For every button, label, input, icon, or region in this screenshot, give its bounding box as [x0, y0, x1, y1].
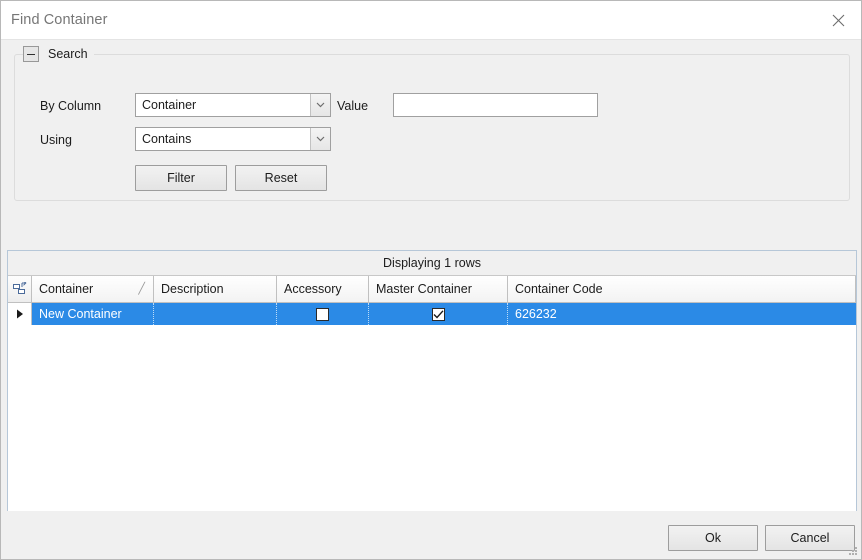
- filter-button[interactable]: Filter: [135, 165, 227, 191]
- cell-container[interactable]: New Container: [32, 303, 154, 325]
- column-header-master-container[interactable]: Master Container: [369, 276, 508, 302]
- close-button[interactable]: [815, 2, 861, 39]
- by-column-dropdown-button[interactable]: [310, 94, 330, 116]
- column-header-master-container-label: Master Container: [376, 282, 472, 296]
- cell-master-container[interactable]: [369, 303, 508, 325]
- column-header-container-label: Container: [39, 282, 94, 296]
- column-header-accessory[interactable]: Accessory: [277, 276, 369, 302]
- dialog-footer: Ok Cancel: [1, 511, 861, 559]
- row-indicator-cell: [8, 303, 32, 325]
- using-select[interactable]: Contains: [135, 127, 331, 151]
- reset-button[interactable]: Reset: [235, 165, 327, 191]
- results-grid: Displaying 1 rows Container ╱ Descriptio…: [7, 250, 857, 549]
- column-header-description[interactable]: Description: [154, 276, 277, 302]
- resize-grip-icon[interactable]: [847, 545, 859, 557]
- find-container-dialog: Find Container Search By Column Using Va…: [0, 0, 862, 560]
- using-dropdown-button[interactable]: [310, 128, 330, 150]
- cell-container-code[interactable]: 626232: [508, 303, 856, 325]
- cancel-button[interactable]: Cancel: [765, 525, 855, 551]
- chevron-down-icon: [316, 136, 325, 142]
- column-header-container[interactable]: Container ╱: [32, 276, 154, 302]
- value-label: Value: [337, 99, 369, 113]
- checkmark-icon: [433, 309, 444, 319]
- accessory-checkbox[interactable]: [316, 307, 329, 321]
- column-header-description-label: Description: [161, 282, 224, 296]
- by-column-select[interactable]: Container: [135, 93, 331, 117]
- by-column-label: By Column: [40, 99, 102, 113]
- using-select-value: Contains: [142, 132, 192, 146]
- grid-selector-icon: [12, 282, 27, 294]
- grid-corner-cell[interactable]: [8, 276, 32, 302]
- cell-accessory[interactable]: [277, 303, 369, 325]
- master-container-checkbox[interactable]: [431, 307, 445, 321]
- collapse-toggle-button[interactable]: [23, 46, 39, 62]
- search-group-title: Search: [48, 47, 88, 61]
- cell-description[interactable]: [154, 303, 277, 325]
- sort-ascending-icon: ╱: [138, 282, 145, 295]
- table-row[interactable]: New Container 626232: [8, 303, 856, 325]
- ok-button[interactable]: Ok: [668, 525, 758, 551]
- grid-caption: Displaying 1 rows: [8, 251, 856, 276]
- column-header-container-code-label: Container Code: [515, 282, 603, 296]
- value-input[interactable]: [393, 93, 598, 117]
- column-header-container-code[interactable]: Container Code: [508, 276, 856, 302]
- close-icon: [832, 14, 844, 26]
- column-header-accessory-label: Accessory: [284, 282, 342, 296]
- search-group: Search By Column Using Value Container C…: [14, 44, 850, 201]
- search-group-header: Search: [23, 44, 94, 64]
- using-label: Using: [40, 133, 72, 147]
- grid-header-row: Container ╱ Description Accessory Master…: [8, 276, 856, 303]
- current-row-arrow-icon: [16, 309, 23, 319]
- dialog-body: Search By Column Using Value Container C…: [1, 40, 861, 559]
- minus-icon: [27, 53, 35, 55]
- title-bar: Find Container: [1, 1, 861, 40]
- by-column-select-value: Container: [142, 98, 197, 112]
- window-title: Find Container: [11, 12, 108, 28]
- chevron-down-icon: [316, 102, 325, 108]
